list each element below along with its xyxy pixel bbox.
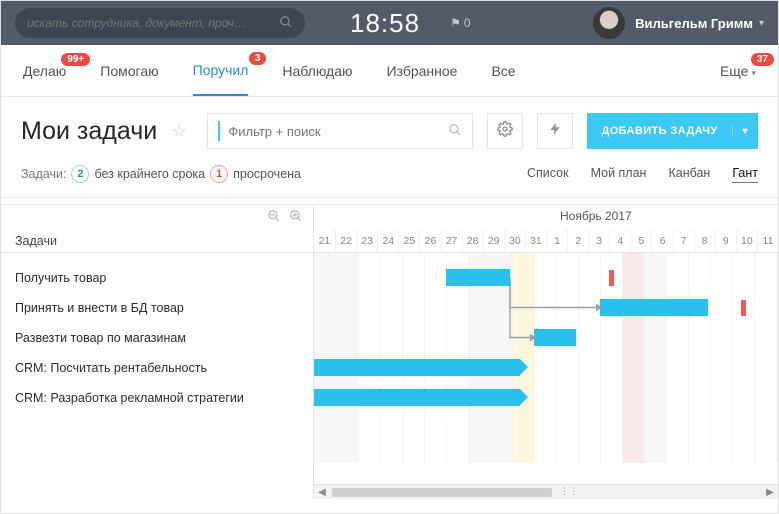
tab-badge: 99+ [61,53,90,66]
day-header-cell: 4 [609,229,630,252]
day-header-cell: 3 [588,229,609,252]
tab-label: Избранное [387,63,458,79]
day-header-cell: 8 [694,229,715,252]
day-header-cell: 10 [736,229,757,252]
day-header-cell: 28 [462,229,483,252]
filter-search-input[interactable] [228,124,448,139]
tab-label: Помогаю [100,63,158,79]
tab-badge: 3 [249,52,267,65]
tab-5[interactable]: Все [491,47,515,95]
scroll-right-icon[interactable]: ▶ [762,487,778,498]
username[interactable]: Вильгельм Гримм [635,16,753,31]
overdue-label: просрочена [233,167,301,181]
day-header-cell: 5 [630,229,651,252]
global-search[interactable] [15,8,305,38]
tab-more[interactable]: Еще▾ 37 [720,47,756,95]
tab-more-badge: 37 [751,53,774,66]
avatar[interactable] [593,7,625,39]
gantt-row [314,293,778,323]
bolt-icon [548,122,562,140]
add-task-label: ДОБАВИТЬ ЗАДАЧУ [587,125,731,137]
gear-icon [497,121,513,141]
search-icon [279,15,293,32]
tab-label: Все [491,63,515,79]
gantt-row [314,323,778,353]
view-мой план[interactable]: Мой план [591,166,647,183]
tab-label: Поручил [193,62,249,78]
deadline-marker [609,270,614,286]
tab-0[interactable]: Делаю99+ [23,47,66,95]
gantt-row [314,263,778,293]
gantt-bar[interactable] [314,389,520,406]
gantt-bar[interactable] [534,329,576,346]
filter-indicator [218,121,220,141]
day-header-cell: 31 [525,229,546,252]
day-header-cell: 24 [377,229,398,252]
gantt-row [314,383,778,413]
automation-button[interactable] [537,113,573,149]
scroll-grip-icon[interactable]: ⋮⋮ [560,486,574,497]
task-row[interactable]: Принять и внести в БД товар [1,293,313,323]
view-гант[interactable]: Гант [732,166,758,183]
day-header-cell: 21 [314,229,335,252]
tab-2[interactable]: Поручил3 [193,46,249,96]
day-header-cell: 1 [546,229,567,252]
day-header-cell: 11 [757,229,778,252]
day-header-cell: 7 [673,229,694,252]
tasks-summary-label: Задачи: [21,167,66,181]
day-header-cell: 27 [441,229,462,252]
scroll-thumb[interactable] [332,488,552,497]
day-header-cell: 29 [483,229,504,252]
notifications-flag[interactable]: ⚑ 0 [450,16,470,30]
zoom-out-icon[interactable] [267,209,281,226]
flag-count: 0 [464,16,471,30]
overdue-count[interactable]: 1 [210,165,228,183]
day-header-cell: 23 [356,229,377,252]
task-row[interactable]: Получить товар [1,263,313,293]
day-header-cell: 26 [419,229,440,252]
task-row[interactable]: Развезти товар по магазинам [1,323,313,353]
horizontal-scrollbar[interactable]: ◀ ⋮⋮ ▶ [314,484,778,499]
deadline-marker [741,300,746,316]
gantt-bar[interactable] [446,269,510,286]
gantt-row [314,353,778,383]
page-title: Мои задачи [21,117,157,146]
add-task-button[interactable]: ДОБАВИТЬ ЗАДАЧУ ▾ [587,113,758,149]
day-header-cell: 25 [398,229,419,252]
filter-search[interactable] [207,113,473,149]
no-deadline-label: без крайнего срока [94,167,205,181]
add-task-dropdown-icon[interactable]: ▾ [732,126,758,137]
search-icon[interactable] [448,123,462,140]
clock: 18:58 [350,8,420,39]
zoom-in-icon[interactable] [289,209,303,226]
tab-3[interactable]: Наблюдаю [282,47,352,95]
view-список[interactable]: Список [527,166,569,183]
task-row[interactable]: CRM: Посчитать рентабельность [1,353,313,383]
day-header-cell: 2 [567,229,588,252]
tab-more-label: Еще [720,63,749,79]
day-header-cell: 6 [651,229,672,252]
tab-1[interactable]: Помогаю [100,47,158,95]
task-row[interactable]: CRM: Разработка рекламной стратегии [1,383,313,413]
flag-icon: ⚑ [450,16,461,30]
tab-label: Наблюдаю [282,63,352,79]
tasks-column-header: Задачи [1,229,313,253]
tab-4[interactable]: Избранное [387,47,458,95]
tab-label: Делаю [23,63,66,79]
view-канбан[interactable]: Канбан [668,166,710,183]
settings-button[interactable] [487,113,523,149]
chevron-down-icon: ▾ [751,68,756,78]
month-label: Ноябрь 2017 [560,209,632,223]
day-header-cell: 22 [335,229,356,252]
favorite-star-icon[interactable]: ☆ [171,121,187,142]
global-search-input[interactable] [27,16,279,30]
gantt-bar[interactable] [600,299,708,316]
day-header-cell: 30 [504,229,525,252]
no-deadline-count[interactable]: 2 [71,165,89,183]
scroll-left-icon[interactable]: ◀ [314,487,330,498]
gantt-bar[interactable] [314,359,520,376]
day-header-cell: 9 [715,229,736,252]
user-menu-caret-icon[interactable]: ▾ [759,18,764,29]
